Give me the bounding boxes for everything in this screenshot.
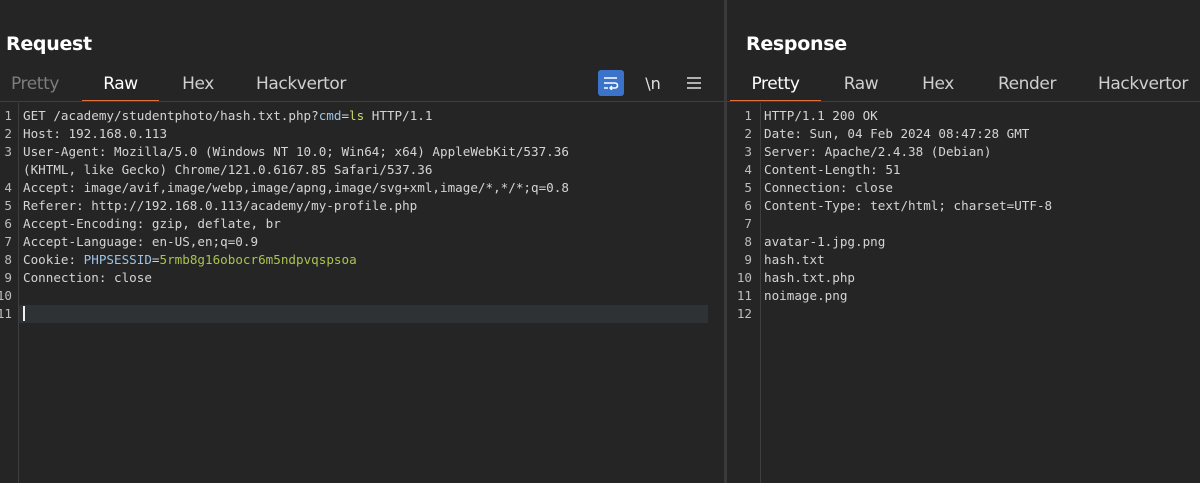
response-tab-pretty[interactable]: Pretty xyxy=(730,70,821,102)
line-number: 11 xyxy=(0,306,12,321)
response-line: HTTP/1.1 200 OK xyxy=(764,108,878,123)
response-line: Content-Length: 51 xyxy=(764,162,901,177)
request-title: Request xyxy=(6,33,92,55)
line-number: 9 xyxy=(4,270,12,285)
response-line: hash.txt.php xyxy=(764,270,855,285)
line-number: 2 xyxy=(744,126,752,141)
line-number: 10 xyxy=(736,270,752,285)
line-number: 3 xyxy=(4,144,12,159)
line-number: 6 xyxy=(4,216,12,231)
line-number: 7 xyxy=(4,234,12,249)
request-line: Accept-Encoding: gzip, deflate, br xyxy=(23,216,281,231)
line-number: 1 xyxy=(744,108,752,123)
line-number: 3 xyxy=(744,144,752,159)
response-line: noimage.png xyxy=(764,288,848,303)
request-tab-pretty[interactable]: Pretty xyxy=(0,70,70,100)
response-tab-divider xyxy=(727,101,1200,102)
request-pane: Request Pretty Raw Hex Hackvertor \n 1 G… xyxy=(0,0,724,483)
line-number: 8 xyxy=(4,252,12,267)
line-number: 5 xyxy=(744,180,752,195)
hamburger-menu-icon[interactable] xyxy=(681,70,707,96)
request-gutter-divider xyxy=(18,103,19,483)
request-tab-hackvertor[interactable]: Hackvertor xyxy=(247,70,355,100)
request-line-cookie: Cookie: PHPSESSID=5rmb8g16obocr6m5ndpvqs… xyxy=(23,252,357,267)
line-number: 7 xyxy=(744,216,752,231)
response-line: Server: Apache/2.4.38 (Debian) xyxy=(764,144,992,159)
line-number: 10 xyxy=(0,288,12,303)
wrap-lines-icon[interactable] xyxy=(598,70,624,96)
line-number: 12 xyxy=(736,306,752,321)
request-line: User-Agent: Mozilla/5.0 (Windows NT 10.0… xyxy=(23,144,569,159)
response-line: Date: Sun, 04 Feb 2024 08:47:28 GMT xyxy=(764,126,1030,141)
response-line: hash.txt xyxy=(764,252,825,267)
request-line-1: GET /academy/studentphoto/hash.txt.php?c… xyxy=(23,108,433,123)
current-line-highlight xyxy=(19,305,708,323)
response-tab-raw[interactable]: Raw xyxy=(833,70,889,100)
line-number: 1 xyxy=(4,108,12,123)
line-number: 2 xyxy=(4,126,12,141)
request-line: Host: 192.168.0.113 xyxy=(23,126,168,141)
line-number: 8 xyxy=(744,234,752,249)
line-number: 4 xyxy=(4,180,12,195)
line-number: 4 xyxy=(744,162,752,177)
request-line: Accept-Language: en-US,en;q=0.9 xyxy=(23,234,259,249)
line-number xyxy=(0,161,12,179)
line-number: 5 xyxy=(4,198,12,213)
response-line: avatar-1.jpg.png xyxy=(764,234,886,249)
request-line: Accept: image/avif,image/webp,image/apng… xyxy=(23,180,569,195)
response-pane: Response Pretty Raw Hex Render Hackverto… xyxy=(727,0,1200,483)
response-tab-hex[interactable]: Hex xyxy=(910,70,966,100)
response-line: Connection: close xyxy=(764,180,893,195)
request-tab-divider xyxy=(0,101,724,102)
text-caret xyxy=(23,306,25,321)
request-tab-hex[interactable]: Hex xyxy=(170,70,226,100)
response-gutter-divider xyxy=(760,103,761,483)
request-line-wrapped: (KHTML, like Gecko) Chrome/121.0.6167.85… xyxy=(23,162,433,177)
line-number: 6 xyxy=(744,198,752,213)
response-title: Response xyxy=(746,33,847,55)
line-number: 9 xyxy=(744,252,752,267)
response-line: Content-Type: text/html; charset=UTF-8 xyxy=(764,198,1053,213)
request-line: Referer: http://192.168.0.113/academy/my… xyxy=(23,198,418,213)
request-tab-raw[interactable]: Raw xyxy=(82,70,159,102)
response-tab-hackvertor[interactable]: Hackvertor xyxy=(1089,70,1197,100)
line-number: 11 xyxy=(736,288,752,303)
request-line: Connection: close xyxy=(23,270,152,285)
response-tab-render[interactable]: Render xyxy=(989,70,1065,100)
show-newlines-button[interactable]: \n xyxy=(640,70,666,96)
